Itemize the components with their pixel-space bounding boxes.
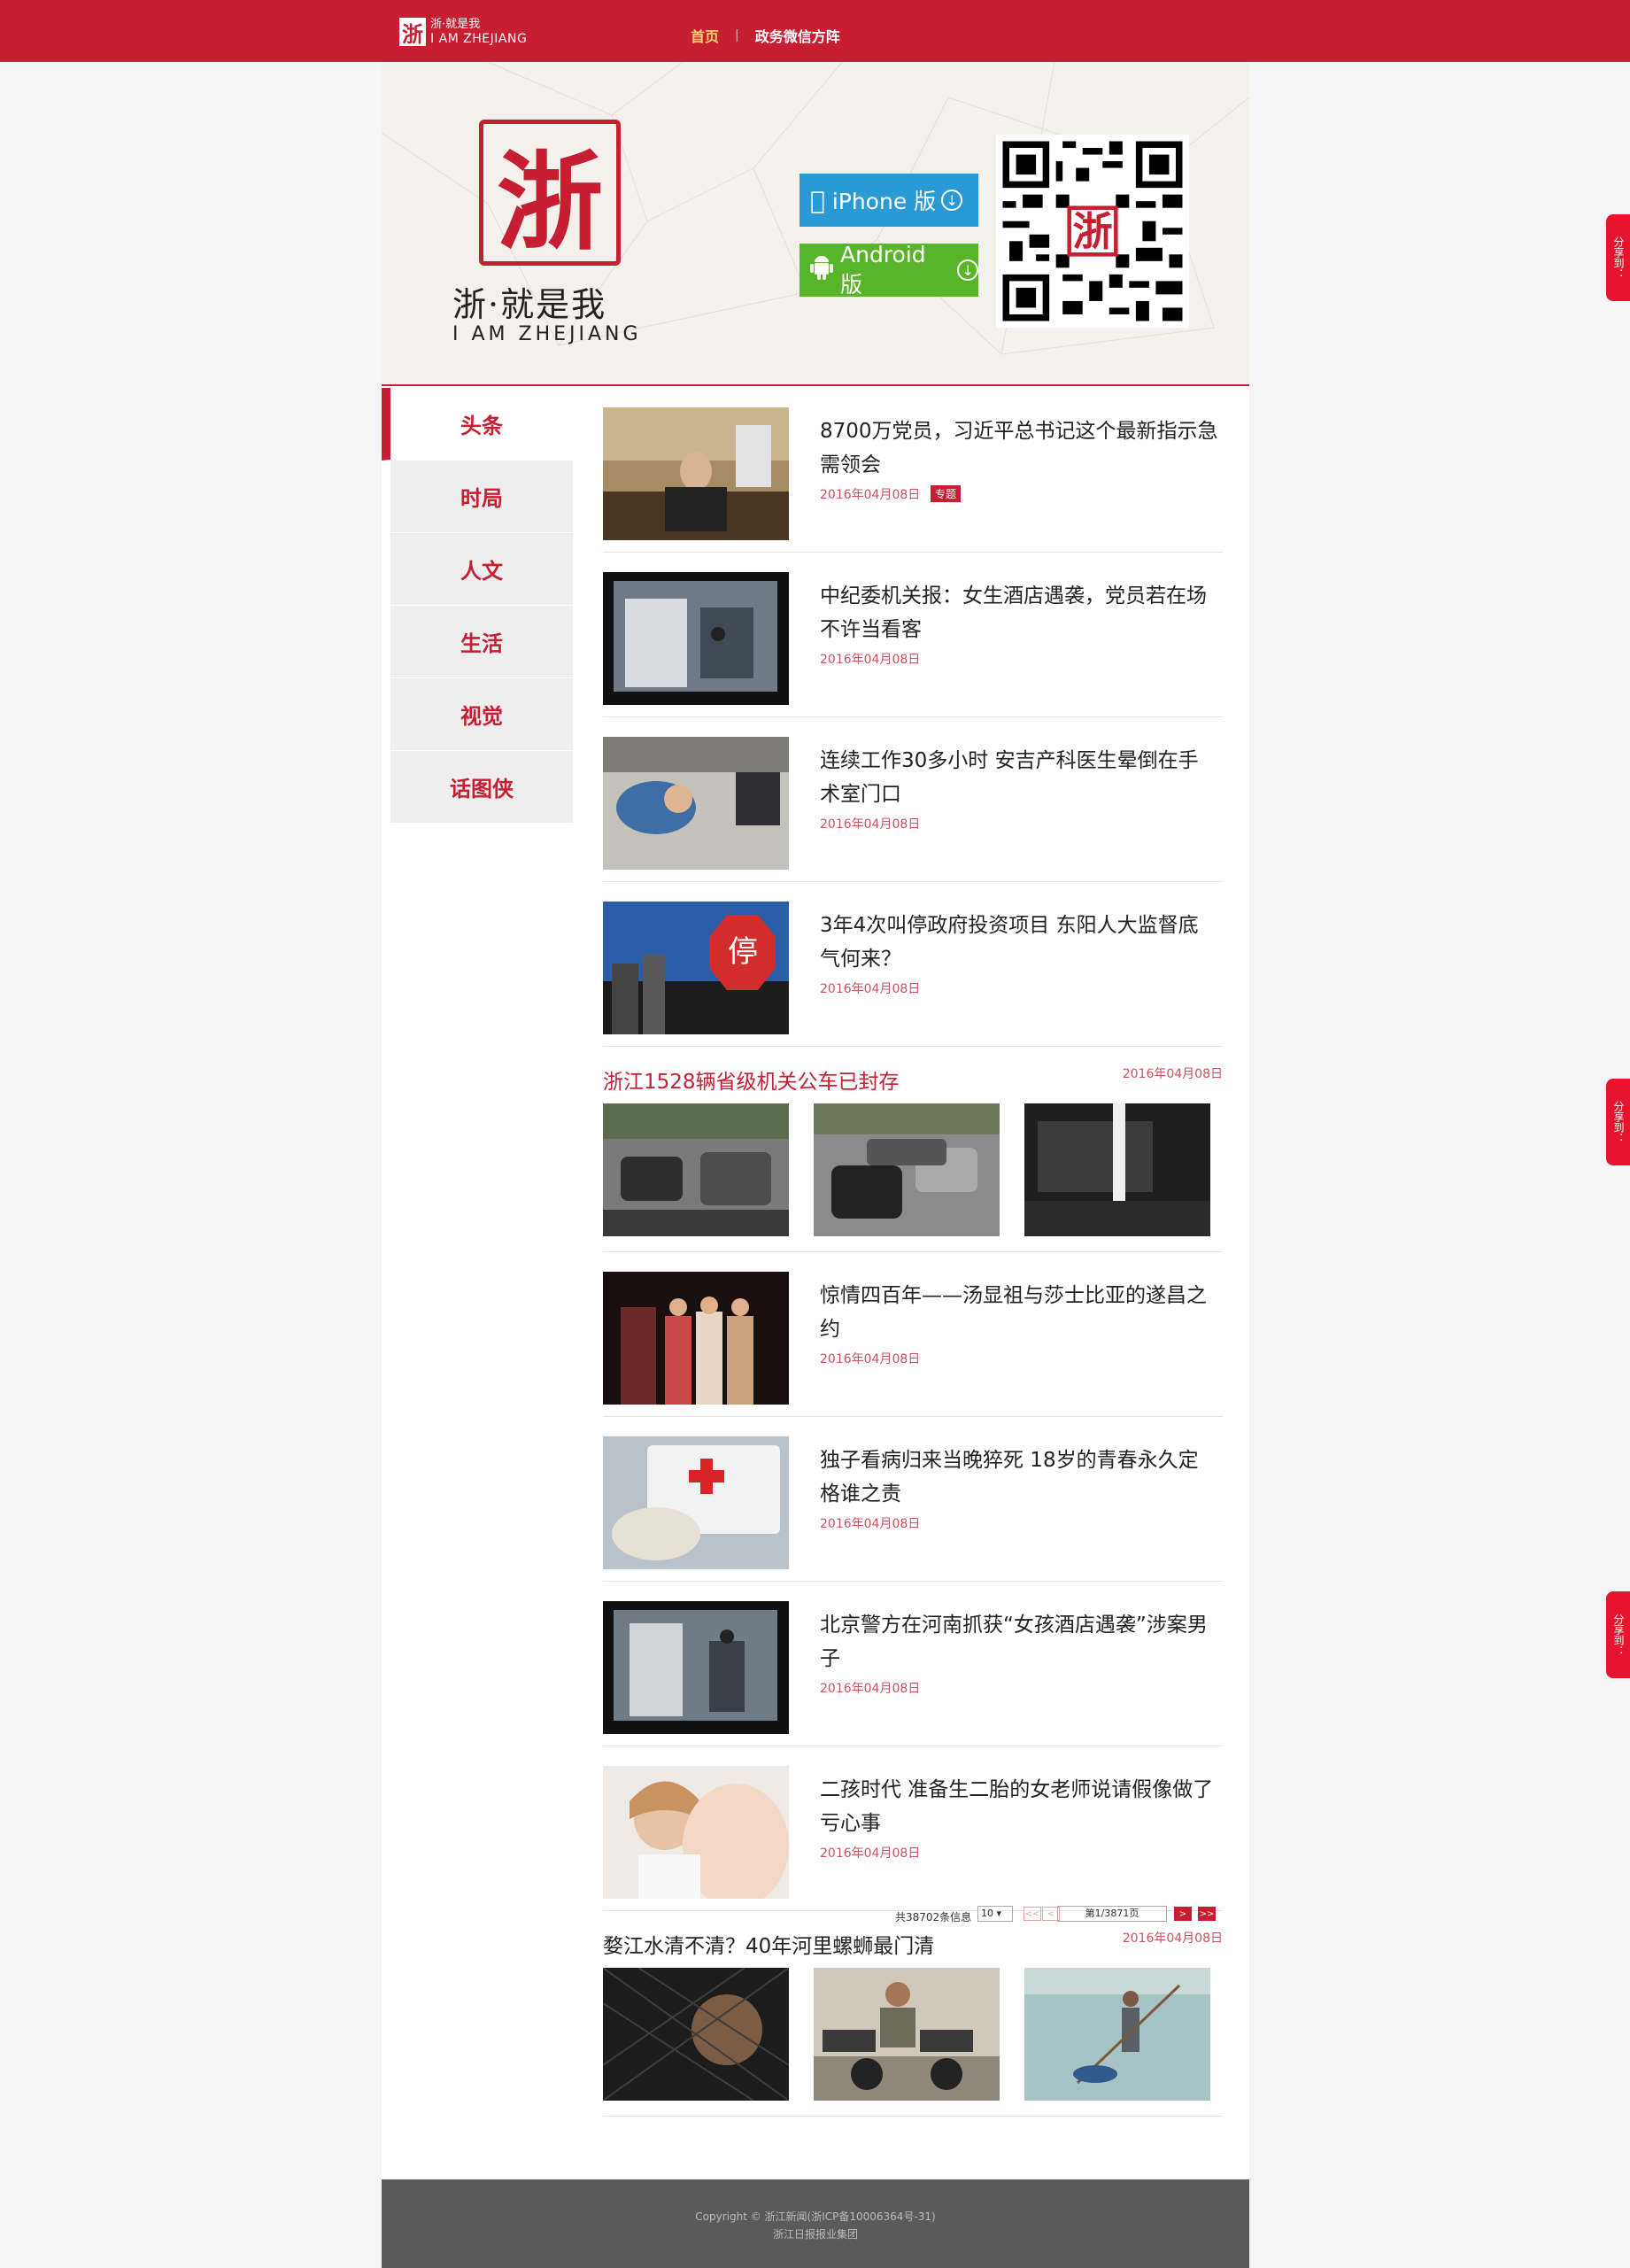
photo-gallery-item[interactable]: 浙江1528辆省级机关公车已封存 2016年04月08日: [603, 1047, 1223, 1252]
apple-icon: : [810, 186, 825, 215]
share-tab[interactable]: 分享到：: [1606, 1079, 1630, 1165]
logo-zh: 浙·就是我: [430, 18, 481, 31]
news-thumbnail[interactable]: [603, 407, 789, 540]
gallery-title[interactable]: 浙江1528辆省级机关公车已封存: [603, 1064, 900, 1095]
news-date: 2016年04月08日: [820, 1517, 921, 1531]
news-title[interactable]: 3年4次叫停政府投资项目 东阳人大监督底气何来？: [820, 909, 1218, 976]
news-item[interactable]: 8700万党员，习近平总书记这个最新指示急需领会 2016年04月08日 专题: [603, 388, 1223, 553]
share-tab[interactable]: 分享到：: [1606, 214, 1630, 301]
topic-badge[interactable]: 专题: [931, 485, 962, 502]
news-title[interactable]: 独子看病归来当晚猝死 18岁的青春永久定格谁之责: [820, 1444, 1218, 1511]
brand-logo: 浙 浙·就是我 I AM ZHEJIANG: [444, 120, 656, 350]
news-thumbnail[interactable]: [603, 1601, 789, 1734]
sidebar-item-life[interactable]: 生活: [390, 606, 573, 678]
nav-home[interactable]: 首页: [691, 25, 719, 46]
news-title[interactable]: 二孩时代 准备生二胎的女老师说请假像做了亏心事: [820, 1773, 1218, 1840]
nav-gov-wechat[interactable]: 政务微信方阵: [755, 25, 840, 46]
footer: Copyright © 浙江新闻(浙ICP备10006364号-31) 浙江日报…: [382, 2179, 1249, 2268]
brand-slogan-en: I AM ZHEJIANG: [452, 323, 642, 345]
publisher-text: 浙江日报报业集团: [772, 2228, 858, 2241]
gallery-date: 2016年04月08日: [1122, 1067, 1223, 1081]
news-list: 8700万党员，习近平总书记这个最新指示急需领会 2016年04月08日 专题 …: [603, 388, 1223, 2117]
news-date: 2016年04月08日: [820, 1846, 921, 1861]
android-icon: [810, 255, 833, 286]
logo-en: I AM ZHEJIANG: [430, 32, 528, 46]
iphone-download-button[interactable]:  iPhone 版 ↓: [800, 174, 978, 227]
pagination: 共38702条信息 10 ▾ << < 第1/3871页 > >>: [603, 1902, 1223, 1929]
sidebar-item-infographic[interactable]: 话图侠: [390, 751, 573, 824]
news-date: 2016年04月08日: [820, 817, 921, 832]
news-item[interactable]: 二孩时代 准备生二胎的女老师说请假像做了亏心事 2016年04月08日: [603, 1746, 1223, 1911]
news-item[interactable]: 惊情四百年——汤显祖与莎士比亚的遂昌之约 2016年04月08日: [603, 1252, 1223, 1417]
first-page-button[interactable]: <<: [1024, 1907, 1041, 1921]
sidebar-item-visual[interactable]: 视觉: [390, 678, 573, 751]
copyright-text: Copyright © 浙江新闻(浙ICP备10006364号-31): [695, 2210, 936, 2223]
nav-separator: |: [735, 28, 739, 43]
news-title[interactable]: 北京警方在河南抓获“女孩酒店遇袭”涉案男子: [820, 1608, 1218, 1676]
brand-seal-icon: 浙: [479, 120, 621, 266]
gallery-image[interactable]: [1024, 1968, 1210, 2101]
news-title[interactable]: 连续工作30多小时 安吉产科医生晕倒在手术室门口: [820, 744, 1218, 811]
gallery-date: 2016年04月08日: [1122, 1931, 1223, 1946]
photo-gallery-item[interactable]: 婺江水清不清？40年河里螺蛳最门清 2016年04月08日: [603, 1911, 1223, 2117]
news-thumbnail[interactable]: [603, 1272, 789, 1405]
news-item[interactable]: 中纪委机关报：女生酒店遇袭，党员若在场不许当看客 2016年04月08日: [603, 553, 1223, 717]
news-date: 2016年04月08日: [820, 488, 921, 502]
logo-seal-icon: 浙: [399, 18, 426, 47]
next-page-button[interactable]: >: [1174, 1907, 1192, 1921]
svg-text:浙: 浙: [1072, 208, 1112, 255]
page-size-select[interactable]: 10 ▾: [977, 1906, 1013, 1922]
gallery-image[interactable]: [814, 1968, 1000, 2101]
news-date: 2016年04月08日: [820, 1682, 921, 1696]
share-tab[interactable]: 分享到：: [1606, 1591, 1630, 1678]
total-count: 共38702条信息: [895, 1911, 972, 1924]
news-title[interactable]: 惊情四百年——汤显祖与莎士比亚的遂昌之约: [820, 1279, 1218, 1346]
news-item[interactable]: 独子看病归来当晚猝死 18岁的青春永久定格谁之责 2016年04月08日: [603, 1417, 1223, 1582]
news-item[interactable]: 北京警方在河南抓获“女孩酒店遇袭”涉案男子 2016年04月08日: [603, 1582, 1223, 1746]
page-indicator[interactable]: 第1/3871页: [1057, 1906, 1167, 1922]
news-thumbnail[interactable]: [603, 1766, 789, 1899]
download-icon: ↓: [957, 259, 978, 281]
gallery-image[interactable]: [603, 1103, 789, 1236]
header-banner: 浙 浙·就是我 I AM ZHEJIANG  iPhone 版 ↓ Andro…: [382, 62, 1249, 386]
news-item[interactable]: 停 3年4次叫停政府投资项目 东阳人大监督底气何来？ 2016年04月08日: [603, 882, 1223, 1047]
sidebar-item-headlines[interactable]: 头条: [382, 388, 573, 461]
download-icon: ↓: [941, 190, 963, 211]
news-thumbnail[interactable]: [603, 572, 789, 705]
gallery-title[interactable]: 婺江水清不清？40年河里螺蛳最门清: [603, 1929, 934, 1959]
android-download-button[interactable]: Android 版 ↓: [800, 242, 978, 298]
last-page-button[interactable]: >>: [1198, 1907, 1216, 1921]
news-thumbnail[interactable]: [603, 1436, 789, 1569]
news-item[interactable]: 连续工作30多小时 安吉产科医生晕倒在手术室门口 2016年04月08日: [603, 717, 1223, 882]
news-date: 2016年04月08日: [820, 653, 921, 667]
gallery-image[interactable]: [603, 1968, 789, 2101]
qr-code-icon: 浙: [996, 135, 1189, 328]
sidebar-item-culture[interactable]: 人文: [390, 533, 573, 606]
gallery-image[interactable]: [1024, 1103, 1210, 1236]
top-bar: 浙 浙·就是我 I AM ZHEJIANG 首页 | 政务微信方阵: [0, 0, 1630, 62]
news-date: 2016年04月08日: [820, 1352, 921, 1366]
main-container: 浙 浙·就是我 I AM ZHEJIANG  iPhone 版 ↓ Andro…: [382, 62, 1249, 2268]
news-thumbnail[interactable]: 停: [603, 902, 789, 1034]
category-sidebar: 头条 时局 人文 生活 视觉 话图侠: [382, 388, 573, 824]
svg-text:停: 停: [728, 934, 758, 970]
news-date: 2016年04月08日: [820, 982, 921, 996]
brand-slogan: 浙·就是我: [452, 285, 607, 324]
top-nav: 首页 | 政务微信方阵: [691, 25, 840, 46]
site-logo[interactable]: 浙 浙·就是我 I AM ZHEJIANG: [399, 16, 534, 48]
sidebar-item-politics[interactable]: 时局: [390, 461, 573, 533]
gallery-image[interactable]: [814, 1103, 1000, 1236]
news-title[interactable]: 中纪委机关报：女生酒店遇袭，党员若在场不许当看客: [820, 579, 1218, 646]
news-title[interactable]: 8700万党员，习近平总书记这个最新指示急需领会: [820, 414, 1218, 482]
news-thumbnail[interactable]: [603, 737, 789, 870]
